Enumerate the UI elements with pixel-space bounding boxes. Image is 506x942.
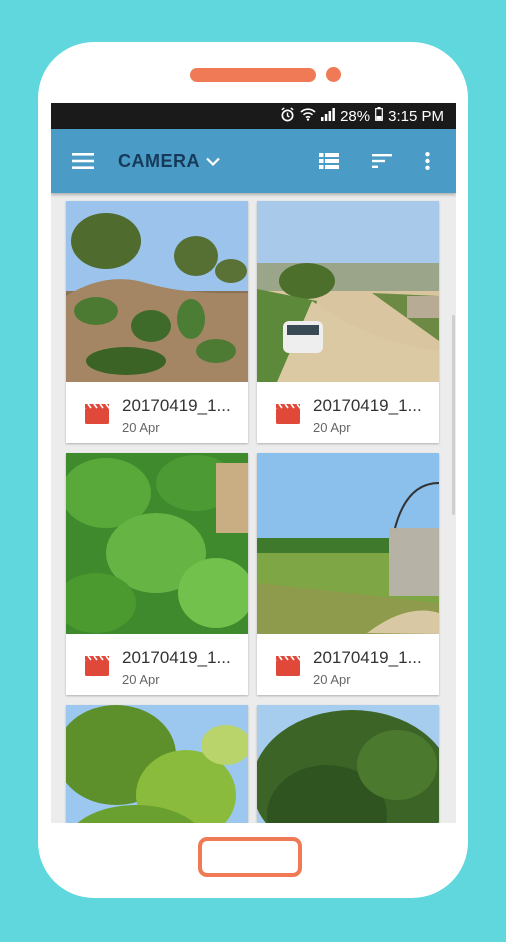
screen: 28% 3:15 PM CAMERA 20170419_1... 20 Apr … — [51, 103, 456, 823]
media-meta: 20170419_1... 20 Apr — [257, 634, 439, 695]
sort-button[interactable] — [368, 147, 396, 175]
battery-icon — [375, 107, 384, 125]
view-list-button[interactable] — [315, 147, 343, 175]
hamburger-menu-icon — [72, 153, 94, 169]
video-thumbnail — [257, 201, 439, 382]
phone-frame: 28% 3:15 PM CAMERA 20170419_1... 20 Apr … — [38, 42, 468, 898]
sort-icon — [372, 154, 392, 168]
file-name: 20170419_1... — [122, 648, 231, 667]
media-meta: 20170419_1... 20 Apr — [66, 382, 248, 443]
video-thumbnail — [66, 201, 248, 382]
video-thumbnail — [66, 705, 248, 823]
battery-percent: 28% — [340, 107, 371, 125]
album-dropdown-button[interactable] — [201, 149, 225, 173]
media-meta: 20170419_1... 20 Apr — [257, 382, 439, 443]
wifi-icon — [300, 107, 316, 125]
more-vert-icon — [424, 152, 430, 170]
front-camera — [326, 67, 341, 82]
alarm-icon — [280, 106, 295, 126]
list-view-icon — [319, 153, 339, 169]
file-name: 20170419_1... — [122, 396, 231, 415]
menu-button[interactable] — [65, 147, 101, 175]
speaker-grille — [190, 68, 316, 82]
video-thumbnail — [257, 453, 439, 634]
media-card[interactable]: 20170419_1... 20 Apr — [257, 453, 439, 695]
scrollbar[interactable] — [452, 315, 455, 515]
file-date: 20 Apr — [313, 420, 351, 435]
video-file-icon — [85, 656, 109, 676]
media-card[interactable] — [257, 705, 439, 823]
file-name: 20170419_1... — [313, 396, 422, 415]
media-card[interactable]: 20170419_1... 20 Apr — [66, 453, 248, 695]
video-thumbnail — [257, 705, 439, 823]
status-bar: 28% 3:15 PM — [51, 103, 456, 129]
video-file-icon — [276, 404, 300, 424]
clock-time: 3:15 PM — [388, 107, 444, 125]
video-thumbnail — [66, 453, 248, 634]
home-button[interactable] — [198, 837, 302, 877]
video-file-icon — [276, 656, 300, 676]
media-card[interactable] — [66, 705, 248, 823]
file-name: 20170419_1... — [313, 648, 422, 667]
media-card[interactable]: 20170419_1... 20 Apr — [257, 201, 439, 443]
media-card[interactable]: 20170419_1... 20 Apr — [66, 201, 248, 443]
signal-icon — [321, 107, 335, 125]
file-date: 20 Apr — [122, 672, 160, 687]
app-bar: CAMERA — [51, 129, 456, 193]
file-date: 20 Apr — [313, 672, 351, 687]
album-title[interactable]: CAMERA — [118, 151, 200, 172]
chevron-down-icon — [206, 157, 220, 166]
media-meta: 20170419_1... 20 Apr — [66, 634, 248, 695]
file-date: 20 Apr — [122, 420, 160, 435]
video-file-icon — [85, 404, 109, 424]
overflow-menu-button[interactable] — [417, 147, 437, 175]
